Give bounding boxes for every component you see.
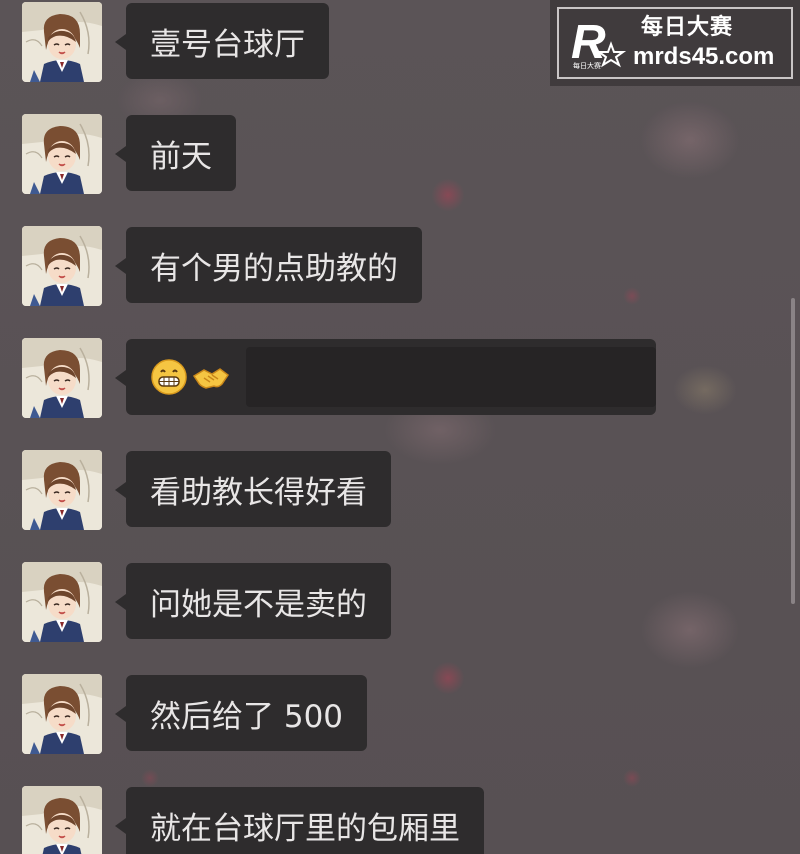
message-row: 有个男的点助教的 [22, 224, 722, 306]
logo-small-text: 每日大赛 [573, 61, 601, 70]
message-text: 问她是不是卖的 [150, 586, 367, 623]
anime-girl-avatar-icon[interactable] [22, 338, 102, 418]
anime-girl-avatar-icon[interactable] [22, 2, 102, 82]
message-row: 就在台球厅里的包厢里 [22, 784, 722, 854]
chat-message-list[interactable]: 壹号台球厅 前天 有个男的点助教的 看助教长得好看 问她是不是卖的 然后给了 5… [0, 0, 800, 854]
message-bubble[interactable]: 然后给了 500 [114, 675, 368, 751]
anime-girl-avatar-icon[interactable] [22, 226, 102, 306]
message-row: 前天 [22, 112, 722, 194]
message-bubble[interactable]: 壹号台球厅 [115, 3, 329, 79]
watermark-text: 每日大赛 mrds45.com [633, 17, 774, 69]
anime-girl-avatar-icon[interactable] [22, 786, 102, 854]
anime-girl-avatar-icon[interactable] [22, 114, 102, 194]
message-bubble[interactable]: 就在台球厅里的包厢里 [115, 787, 484, 854]
message-bubble[interactable] [115, 339, 656, 415]
message-bubble[interactable]: 有个男的点助教的 [115, 227, 422, 303]
message-text: 就在台球厅里的包厢里 [150, 810, 460, 847]
message-row: 看助教长得好看 [22, 448, 722, 530]
watermark-frame: R 每日大赛 每日大赛 mrds45.com [557, 7, 793, 79]
message-bubble[interactable]: 问她是不是卖的 [115, 563, 391, 639]
anime-girl-avatar-icon[interactable] [22, 674, 102, 754]
message-row [22, 336, 722, 418]
watermark-brand: 每日大赛 [641, 15, 734, 40]
watermark: R 每日大赛 每日大赛 mrds45.com [550, 0, 800, 86]
handshake-emoji-icon [192, 368, 230, 389]
anime-girl-avatar-icon[interactable] [22, 450, 102, 530]
grinning-face-emoji-icon [151, 359, 187, 395]
message-row: 问她是不是卖的 [22, 560, 722, 642]
r-star-logo-icon: R 每日大赛 [567, 12, 629, 74]
message-text: 壹号台球厅 [150, 26, 305, 63]
message-text: 然后给了 500 [150, 698, 344, 735]
message-text: 有个男的点助教的 [150, 250, 398, 287]
redacted-block [246, 347, 656, 407]
message-row: 然后给了 500 [22, 672, 722, 754]
watermark-url: mrds45.com [633, 43, 775, 70]
vertical-scrollbar[interactable] [791, 298, 795, 604]
message-text: 前天 [150, 138, 212, 175]
anime-girl-avatar-icon[interactable] [22, 562, 102, 642]
message-bubble[interactable]: 看助教长得好看 [115, 451, 391, 527]
message-text: 看助教长得好看 [150, 474, 367, 511]
message-bubble[interactable]: 前天 [115, 115, 236, 191]
